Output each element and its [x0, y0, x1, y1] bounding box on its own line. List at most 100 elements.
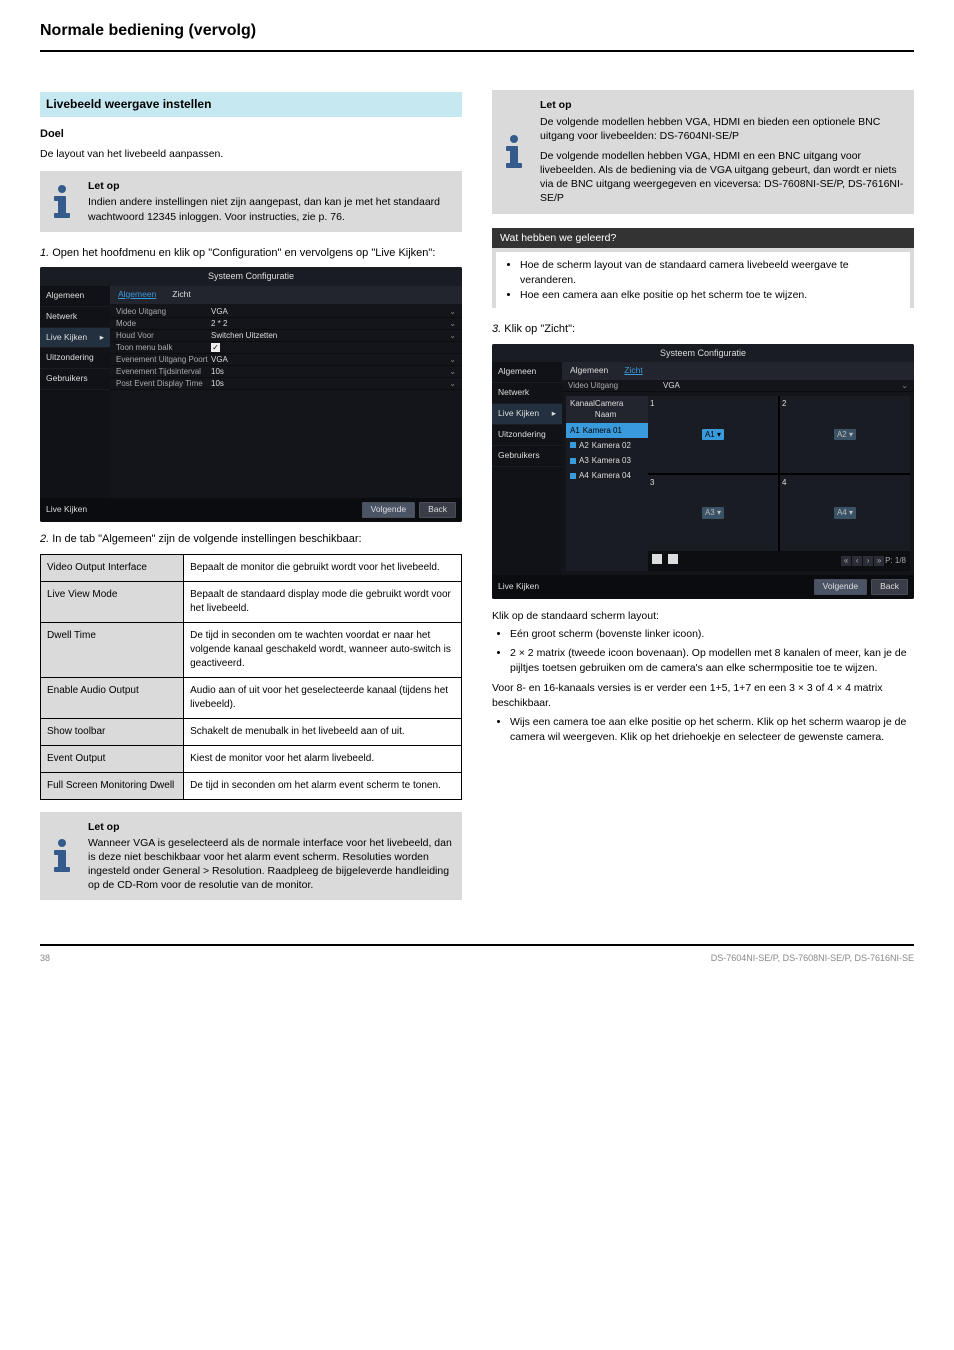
sidebar-item-gebruikers[interactable]: Gebruikers	[40, 369, 110, 390]
setting-val: De tijd in seconden om te wachten voorda…	[184, 622, 462, 677]
sysconf-footer-left[interactable]: Live Kijken	[498, 581, 539, 593]
grid-tile[interactable]: 2A2 ▾	[780, 396, 910, 473]
cam-name: Kamera 01	[583, 425, 622, 436]
sidebar-item-live-kijken[interactable]: Live Kijken ▸	[40, 328, 110, 349]
setting-key: Enable Audio Output	[41, 677, 184, 718]
camera-list-header: Kanaal Camera Naam	[566, 396, 648, 422]
settings-table: Video Output InterfaceBepaalt de monitor…	[40, 554, 462, 800]
page-number: 38	[40, 952, 50, 965]
cam-name: Kamera 03	[592, 455, 631, 466]
camera-list-item[interactable]: A2Kamera 02	[566, 438, 648, 453]
sysconf-footer-left[interactable]: Live Kijken	[46, 504, 87, 516]
section-heading: Livebeeld weergave instellen	[40, 92, 462, 117]
grid-toolbar: « ‹ › » P: 1/8	[648, 551, 910, 571]
dropdown-icon: ⌄	[448, 318, 456, 329]
dropdown-icon: ⌄	[448, 306, 456, 317]
camera-list-item[interactable]: A1Kamera 01	[566, 423, 648, 438]
page-footer: 38 DS-7604NI-SE/P, DS-7608NI-SE/P, DS-76…	[40, 944, 914, 965]
sidebar-item-gebruikers[interactable]: Gebruikers	[492, 446, 562, 467]
info-icon	[492, 90, 536, 213]
tab-zicht[interactable]: Zicht	[616, 362, 650, 380]
info-text: Let op Indien andere instellingen niet z…	[84, 171, 462, 232]
row-value: VGA	[211, 306, 448, 317]
sysconf-title: Systeem Configuratie	[492, 344, 914, 363]
col-kanaal: Kanaal	[570, 398, 595, 420]
list-item: Wijs een camera toe aan elke positie op …	[510, 715, 914, 744]
layout-1x1-icon[interactable]	[652, 554, 662, 564]
sysconf-tabs: Algemeen Zicht	[562, 362, 914, 380]
cam-name: Kamera 02	[592, 440, 631, 451]
camera-list: Kanaal Camera Naam A1Kamera 01 A2Kamera …	[566, 396, 648, 571]
row-video-uitgang[interactable]: Video Uitgang VGA ⌄	[110, 306, 462, 318]
tile-cam: A3	[705, 508, 715, 517]
learned-item: Hoe een camera aan elke positie op het s…	[520, 288, 902, 303]
next-button[interactable]: Volgende	[362, 502, 415, 518]
system-config-screenshot-zicht: Systeem Configuratie Algemeen Netwerk Li…	[492, 344, 914, 599]
page-first-icon[interactable]: «	[841, 556, 851, 566]
row-houd-voor[interactable]: Houd Voor Switchen Uitzetten ⌄	[110, 330, 462, 342]
row-video-uitgang[interactable]: Video Uitgang VGA ⌄	[562, 380, 914, 392]
table-row: Enable Audio OutputAudio aan of uit voor…	[41, 677, 462, 718]
camera-dot-icon	[570, 442, 576, 448]
row-toon-menu-balk[interactable]: Toon menu balk ✓	[110, 342, 462, 354]
info-body: Wanneer VGA is geselecteerd als de norma…	[88, 837, 452, 892]
grid-tile[interactable]: 1A1 ▾	[648, 396, 778, 473]
row-value: 10s	[211, 378, 448, 389]
row-event-uitgang[interactable]: Evenement Uitgang Poort VGA ⌄	[110, 354, 462, 366]
setting-val: Schakelt de menubalk in het livebeeld aa…	[184, 718, 462, 745]
row-label: Mode	[116, 318, 211, 329]
setting-key: Full Screen Monitoring Dwell	[41, 772, 184, 799]
col-naam: Camera Naam	[595, 398, 644, 420]
sysconf-title: Systeem Configuratie	[40, 267, 462, 286]
cam-code: A2	[579, 440, 589, 451]
sidebar-item-uitzondering[interactable]: Uitzondering	[40, 348, 110, 369]
sidebar-item-algemeen[interactable]: Algemeen	[492, 362, 562, 383]
sidebar-item-algemeen[interactable]: Algemeen	[40, 286, 110, 307]
cam-code: A1	[570, 425, 580, 436]
cam-name: Kamera 04	[592, 470, 631, 481]
row-value: VGA	[663, 380, 900, 391]
step-2: 2. In de tab "Algemeen" zijn de volgende…	[40, 532, 462, 547]
grid-tile[interactable]: 3A3 ▾	[648, 475, 778, 552]
info-line-1: De volgende modellen hebben VGA, HDMI en…	[540, 115, 904, 143]
sysconf-tabs: Algemeen Zicht	[110, 286, 462, 304]
chevron-right-icon: ▸	[552, 408, 556, 420]
page-next-icon[interactable]: ›	[863, 556, 873, 566]
row-value: ✓	[211, 342, 456, 353]
tab-zicht[interactable]: Zicht	[164, 286, 198, 304]
next-button[interactable]: Volgende	[814, 579, 867, 595]
camera-list-item[interactable]: A4Kamera 04	[566, 468, 648, 483]
row-post-event-display[interactable]: Post Event Display Time 10s ⌄	[110, 378, 462, 390]
row-event-tijdsinterval[interactable]: Evenement Tijdsinterval 10s ⌄	[110, 366, 462, 378]
row-mode[interactable]: Mode 2 * 2 ⌄	[110, 318, 462, 330]
camera-list-item[interactable]: A3Kamera 03	[566, 453, 648, 468]
sidebar-item-netwerk[interactable]: Netwerk	[40, 307, 110, 328]
dropdown-icon: ⌄	[448, 378, 456, 389]
setting-key: Event Output	[41, 745, 184, 772]
row-value: Switchen Uitzetten	[211, 330, 448, 341]
tab-algemeen[interactable]: Algemeen	[110, 286, 164, 304]
page-prev-icon[interactable]: ‹	[852, 556, 862, 566]
back-button[interactable]: Back	[419, 502, 456, 518]
learned-callout: Wat hebben we geleerd? Hoe de scherm lay…	[492, 228, 914, 309]
sidebar-item-label: Live Kijken	[498, 408, 539, 418]
info-text: Let op Wanneer VGA is geselecteerd als d…	[84, 812, 462, 901]
grid-tile[interactable]: 4A4 ▾	[780, 475, 910, 552]
layout-2x2-icon[interactable]	[668, 554, 678, 564]
chevron-right-icon: ▸	[100, 332, 104, 344]
sidebar-item-uitzondering[interactable]: Uitzondering	[492, 425, 562, 446]
sidebar-item-netwerk[interactable]: Netwerk	[492, 383, 562, 404]
page-last-icon[interactable]: »	[874, 556, 884, 566]
table-row: Dwell TimeDe tijd in seconden om te wach…	[41, 622, 462, 677]
row-label: Video Uitgang	[116, 306, 211, 317]
tab-algemeen[interactable]: Algemeen	[562, 362, 616, 380]
back-button[interactable]: Back	[871, 579, 908, 595]
sidebar-item-live-kijken[interactable]: Live Kijken ▸	[492, 404, 562, 425]
checkbox-icon[interactable]: ✓	[211, 343, 220, 352]
info-icon	[40, 812, 84, 901]
para-matrix: Voor 8- en 16-kanaals versies is er verd…	[492, 681, 914, 710]
sysconf-form: Video Uitgang VGA ⌄ Mode 2 * 2 ⌄ Houd Vo…	[110, 304, 462, 392]
zicht-grid-area: Kanaal Camera Naam A1Kamera 01 A2Kamera …	[562, 392, 914, 575]
purpose-text: De layout van het livebeeld aanpassen.	[40, 147, 462, 162]
setting-key: Show toolbar	[41, 718, 184, 745]
